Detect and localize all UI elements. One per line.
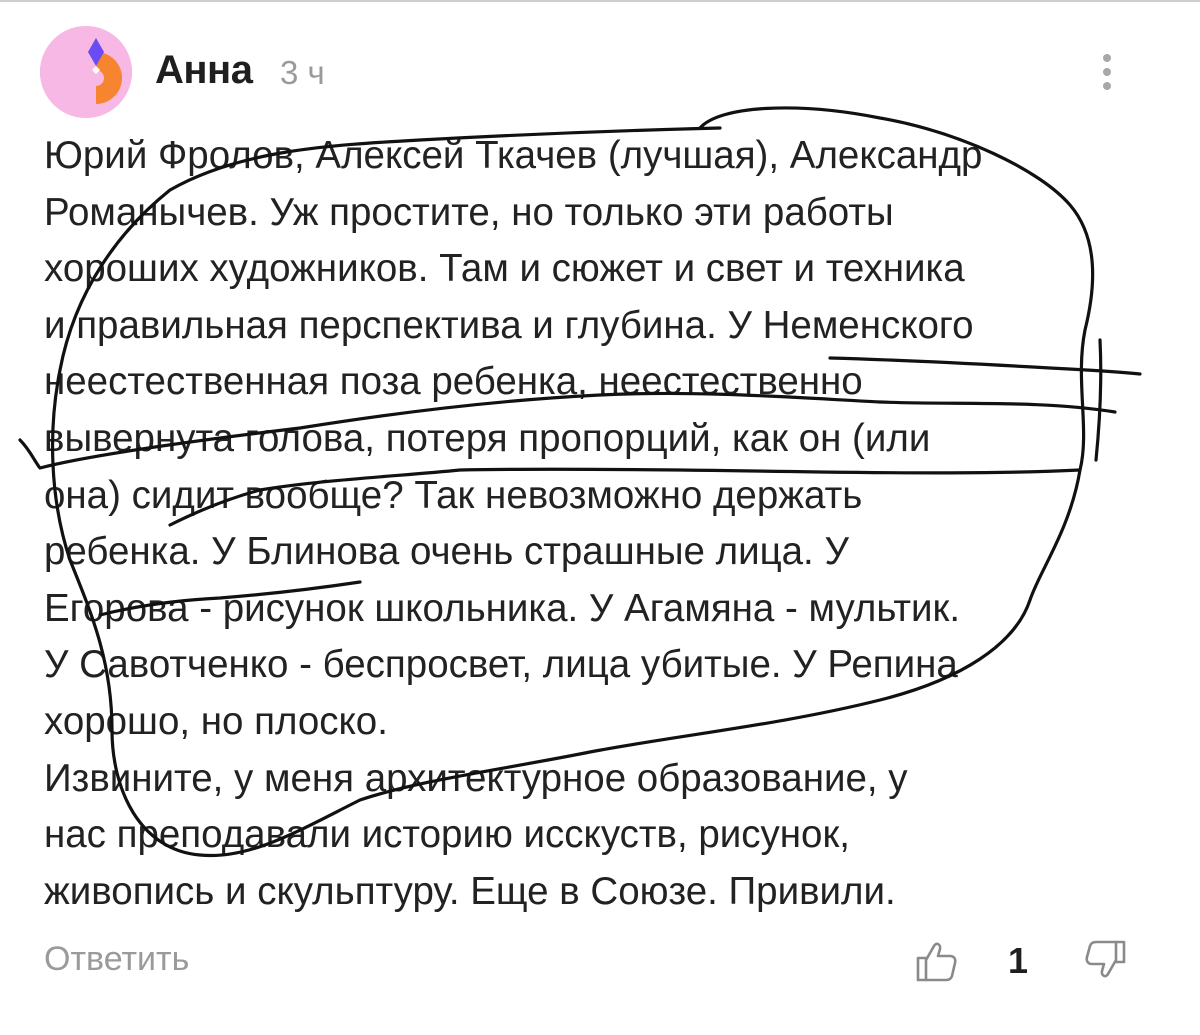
comment-card: Анна 3 ч Юрий Фролов, Алексей Ткачев (лу… — [0, 0, 1200, 1035]
like-count: 1 — [1008, 940, 1029, 981]
comment-text-line: Юрий Фролов, Алексей Ткачев (лучшая), Ал… — [44, 134, 983, 177]
comment-timestamp: 3 ч — [280, 54, 325, 91]
comment-text-line: и правильная перспектива и глубина. У Не… — [44, 303, 974, 347]
reply-button[interactable]: Ответить — [44, 940, 189, 979]
comment-text-line: живопись и скульптуру. Еще в Союзе. Прив… — [44, 869, 896, 913]
avatar[interactable] — [40, 26, 132, 118]
thumbs-up-icon[interactable] — [910, 936, 960, 986]
comment-text-line: нас преподавали историю исскуств, рисуно… — [44, 813, 850, 857]
comment-text-line: Извините, у меня архитектурное образован… — [44, 756, 908, 800]
comment-text-line: вывернута голова, потеря пропорций, как … — [44, 416, 931, 460]
author-name[interactable]: Анна — [155, 48, 253, 93]
comment-text-line: хорошо, но плоско. — [44, 699, 388, 743]
comment-text: Юрий Фролов, Алексей Ткачев (лучшая), Ал… — [44, 128, 1174, 920]
comment-text-line: хороших художников. Там и сюжет и свет и… — [44, 247, 965, 291]
more-options-icon[interactable] — [1092, 50, 1122, 94]
comment-text-line: ребенка. У Блинова очень страшные лица. … — [44, 530, 849, 574]
avatar-logo-icon — [40, 26, 132, 118]
comment-text-line: Романычев. Уж простите, но только эти ра… — [44, 190, 894, 234]
comment-text-line: Егорова - рисунок школьника. У Агамяна -… — [44, 586, 961, 630]
comment-text-line: У Савотченко - беспросвет, лица убитые. … — [44, 643, 958, 687]
comment-text-line: она) сидит вообще? Так невозможно держат… — [44, 473, 863, 517]
thumbs-down-icon[interactable] — [1082, 936, 1132, 986]
comment-text-line: неестественная поза ребенка, неестествен… — [44, 360, 863, 404]
